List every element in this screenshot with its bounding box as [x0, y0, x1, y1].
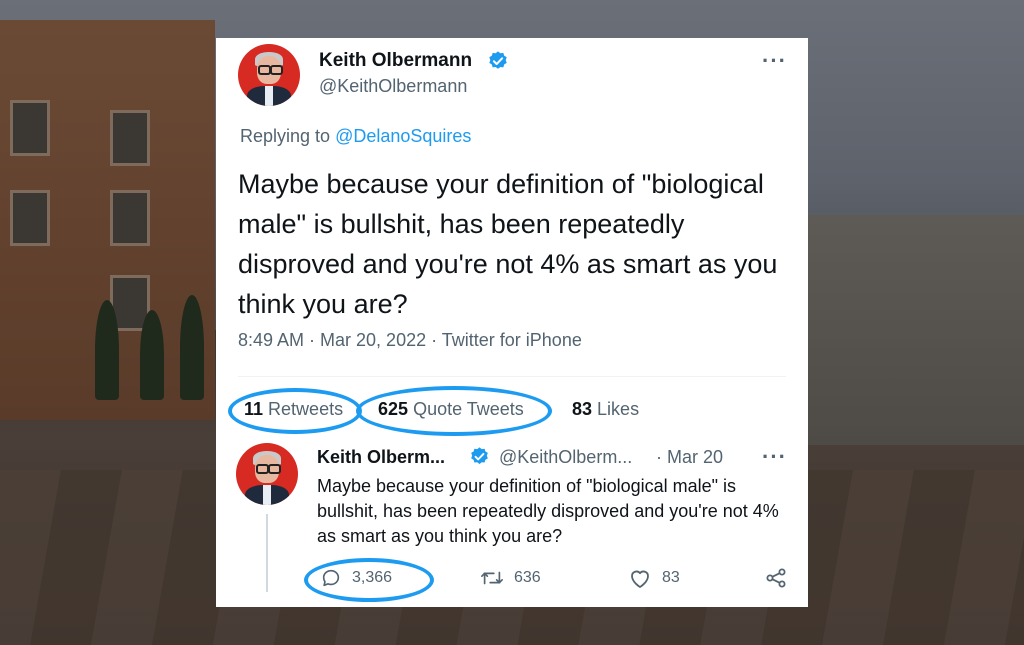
retweet-count: 636: [514, 569, 541, 586]
more-dots-icon[interactable]: ···: [762, 444, 787, 470]
verified-badge-icon: [489, 51, 507, 69]
share-icon: [766, 568, 786, 588]
background-window: [10, 100, 50, 156]
replying-to-line: Replying to @DelanoSquires: [240, 126, 471, 147]
verified-badge-icon: [471, 447, 488, 464]
reply-icon: [322, 569, 340, 587]
likes-stat[interactable]: 83 Likes: [572, 399, 639, 420]
heart-icon: [631, 570, 649, 588]
author-avatar[interactable]: [238, 44, 300, 106]
like-count: 83: [662, 569, 680, 586]
divider: [238, 376, 786, 377]
highlight-circle-quote-tweets: [356, 386, 552, 436]
background-tree: [180, 295, 204, 400]
reply-author-avatar[interactable]: [236, 443, 298, 505]
background-window: [110, 110, 150, 166]
share-action[interactable]: [764, 567, 788, 589]
reply-author-name[interactable]: Keith Olberm...: [317, 447, 445, 468]
tweet-card: Keith Olbermann @KeithOlbermann ··· Repl…: [216, 38, 808, 607]
highlight-circle-retweets: [228, 388, 362, 434]
tweet-timestamp[interactable]: 8:49 AM · Mar 20, 2022 · Twitter for iPh…: [238, 330, 582, 351]
background-window: [10, 190, 50, 246]
reply-action[interactable]: 3,366: [320, 567, 392, 589]
retweet-icon: [481, 571, 503, 585]
like-action[interactable]: 83: [628, 567, 680, 589]
author-name[interactable]: Keith Olbermann: [319, 50, 472, 72]
author-handle[interactable]: @KeithOlbermann: [319, 76, 467, 97]
reply-date[interactable]: · Mar 20: [656, 447, 723, 468]
reply-author-handle[interactable]: @KeithOlberm...: [499, 447, 632, 468]
background-window: [110, 190, 150, 246]
background-tree: [140, 310, 164, 400]
background-tree: [95, 300, 119, 400]
background-stone-wall: [808, 215, 1024, 445]
replying-prefix: Replying to: [240, 126, 331, 146]
reply-count: 3,366: [352, 569, 393, 586]
tweet-text: Maybe because your definition of "biolog…: [238, 169, 778, 319]
thread-line: [266, 514, 268, 592]
retweet-action[interactable]: 636: [480, 567, 541, 589]
more-dots-icon[interactable]: ···: [762, 48, 787, 74]
replying-to-link[interactable]: @DelanoSquires: [335, 126, 471, 146]
reply-text: Maybe because your definition of "biolog…: [317, 476, 779, 546]
